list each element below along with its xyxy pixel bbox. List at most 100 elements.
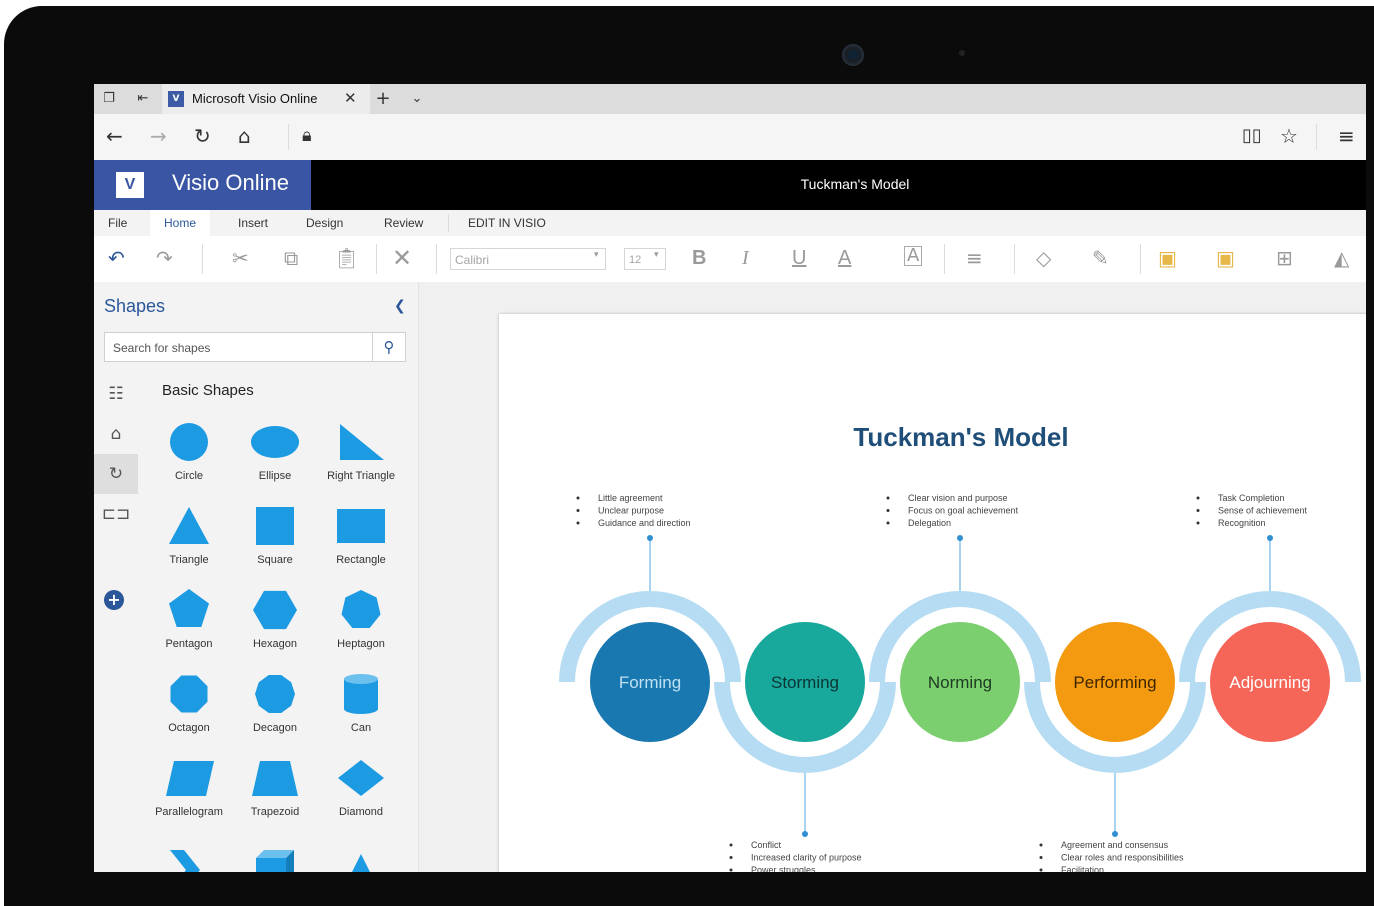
shape-cube[interactable] [232, 840, 318, 872]
bullet-dot [1039, 856, 1043, 859]
text-box-icon[interactable]: A [904, 246, 923, 266]
camera-icon [842, 44, 864, 66]
tab-review[interactable]: Review [384, 216, 423, 230]
browser-nav-bar: ← → ↻ ⌂ 🔒︎ ▯▯ ☆ ≡ [94, 114, 1366, 161]
ribbon-toolbar: ↶ ↷ ✂ ⧉ 📋︎ ✕ Calibri ▾ 12 ▾ B I U A A ≡ … [94, 236, 1366, 283]
shape-ellipse[interactable]: Ellipse [232, 420, 318, 500]
favorite-star-icon[interactable]: ☆ [1280, 124, 1298, 148]
shape-triangle[interactable]: Triangle [146, 504, 232, 584]
shape-diamond[interactable]: Diamond [318, 756, 404, 836]
browser-tab[interactable]: V Microsoft Visio Online ✕ [162, 84, 370, 114]
shape-hexagon[interactable]: Hexagon [232, 588, 318, 668]
font-color-icon[interactable]: A [838, 246, 851, 270]
rectangle-shape-icon [337, 509, 385, 543]
stage-bullet: Conflict [751, 840, 782, 850]
copy-icon[interactable]: ⧉ [284, 246, 298, 270]
font-name-select[interactable]: Calibri [450, 248, 606, 270]
toolbar-separator [202, 244, 203, 274]
group-icon[interactable]: ⊞ [1276, 246, 1293, 270]
shape-decagon[interactable]: Decagon [232, 672, 318, 752]
shape-trapezoid[interactable]: Trapezoid [232, 756, 318, 836]
shape-rectangle[interactable]: Rectangle [318, 504, 404, 584]
paste-icon[interactable]: 📋︎ [334, 246, 359, 270]
redo-icon[interactable]: ↷ [156, 246, 173, 270]
cube-shape-icon [256, 850, 294, 872]
shape-drop[interactable] [318, 840, 404, 872]
browser-tab-title: Microsoft Visio Online [192, 91, 318, 106]
toolbar-separator [1140, 244, 1141, 274]
edit-in-visio-button[interactable]: EDIT IN VISIO [468, 216, 546, 230]
underline-icon[interactable]: U [792, 246, 806, 270]
diamond-shape-icon [338, 760, 384, 796]
set-aside-tabs-icon[interactable]: ⇤ [134, 90, 152, 108]
position-icon[interactable]: ◭ [1334, 246, 1349, 270]
home-icon[interactable]: ⌂ [238, 124, 251, 148]
tab-file[interactable]: File [108, 216, 127, 230]
drawing-page[interactable]: Tuckman's Model Little agreement Unclear p… [499, 314, 1366, 872]
shape-right-triangle[interactable]: Right Triangle [318, 420, 404, 500]
bullet-dot [886, 496, 890, 500]
cut-icon[interactable]: ✂ [232, 246, 249, 270]
bring-forward-icon[interactable]: ▣ [1158, 246, 1177, 270]
font-dropdown-chevron-icon[interactable]: ▾ [594, 250, 599, 260]
shape-heptagon[interactable]: Heptagon [318, 588, 404, 668]
flowchart-stencil-icon[interactable]: ☷ [94, 374, 138, 414]
shape-search-input[interactable] [111, 337, 365, 359]
bullet-dot [576, 496, 580, 500]
stage-bullet: Clear roles and responsibilities [1061, 853, 1184, 863]
add-stencil-icon[interactable]: + [104, 590, 124, 610]
ellipse-shape-icon [251, 426, 299, 458]
shape-label: Decagon [252, 722, 298, 734]
shape-chevron[interactable] [146, 840, 232, 872]
chevron-shape-icon [170, 850, 200, 872]
stage-leader-dot [802, 831, 808, 837]
screen: ❐ ⇤ V Microsoft Visio Online ✕ + ⌄ ← → ↻… [94, 84, 1366, 872]
send-backward-icon[interactable]: ▣ [1216, 246, 1235, 270]
shape-label: Pentagon [165, 638, 213, 650]
shape-can[interactable]: Can [318, 672, 404, 752]
heptagon-shape-icon [341, 590, 381, 628]
stage-label: Storming [771, 673, 839, 692]
bullet-dot [886, 521, 890, 525]
stage-bullet: Delegation [908, 518, 951, 528]
italic-icon[interactable]: I [742, 246, 749, 270]
pentagon-shape-icon [169, 589, 209, 627]
shape-octagon[interactable]: Octagon [146, 672, 232, 752]
font-size-select[interactable]: 12 [624, 248, 666, 270]
search-icon[interactable]: ⚲ [372, 333, 405, 361]
cycle-stencil-icon[interactable]: ↻ [94, 454, 138, 494]
close-tab-icon[interactable]: ✕ [344, 89, 357, 107]
undo-icon[interactable]: ↶ [108, 246, 125, 270]
refresh-icon[interactable]: ↻ [194, 124, 211, 148]
drawing-canvas[interactable]: Tuckman's Model Little agreement Unclear p… [419, 282, 1366, 872]
size-dropdown-chevron-icon[interactable]: ▾ [654, 250, 659, 260]
bullet-dot [576, 509, 580, 512]
document-title[interactable]: Tuckman's Model [94, 176, 1366, 192]
tab-design[interactable]: Design [306, 216, 343, 230]
back-arrow-icon[interactable]: ← [106, 124, 123, 148]
new-tab-icon[interactable]: + [374, 90, 392, 108]
shape-pentagon[interactable]: Pentagon [146, 588, 232, 668]
fill-bucket-icon[interactable]: ◇ [1036, 246, 1051, 270]
chevron-down-icon[interactable]: ⌄ [408, 90, 426, 108]
bold-icon[interactable]: B [692, 246, 706, 270]
tab-insert[interactable]: Insert [238, 216, 268, 230]
collapse-panel-icon[interactable]: ❮ [394, 298, 406, 314]
stage-bullet: Power struggles [751, 865, 816, 872]
tab-actions-icon[interactable]: ❐ [100, 90, 118, 108]
basic-shapes-stencil-icon[interactable]: ⌂ [94, 414, 138, 454]
line-color-icon[interactable]: ✎ [1092, 246, 1109, 270]
shape-parallelogram[interactable]: Parallelogram [146, 756, 232, 836]
timeline-stencil-icon[interactable]: ⊏⊐ [94, 494, 138, 534]
shape-circle[interactable]: Circle [146, 420, 232, 500]
bullet-dot [1039, 868, 1043, 872]
delete-icon[interactable]: ✕ [392, 246, 412, 270]
hub-menu-icon[interactable]: ≡ [1338, 124, 1355, 148]
shape-search: ⚲ [104, 332, 406, 362]
align-text-icon[interactable]: ≡ [966, 246, 983, 270]
tab-home[interactable]: Home [150, 210, 211, 236]
shape-square[interactable]: Square [232, 504, 318, 584]
reading-view-icon[interactable]: ▯▯ [1242, 124, 1262, 148]
stencil-title: Basic Shapes [162, 382, 254, 399]
forward-arrow-icon[interactable]: → [150, 124, 167, 148]
